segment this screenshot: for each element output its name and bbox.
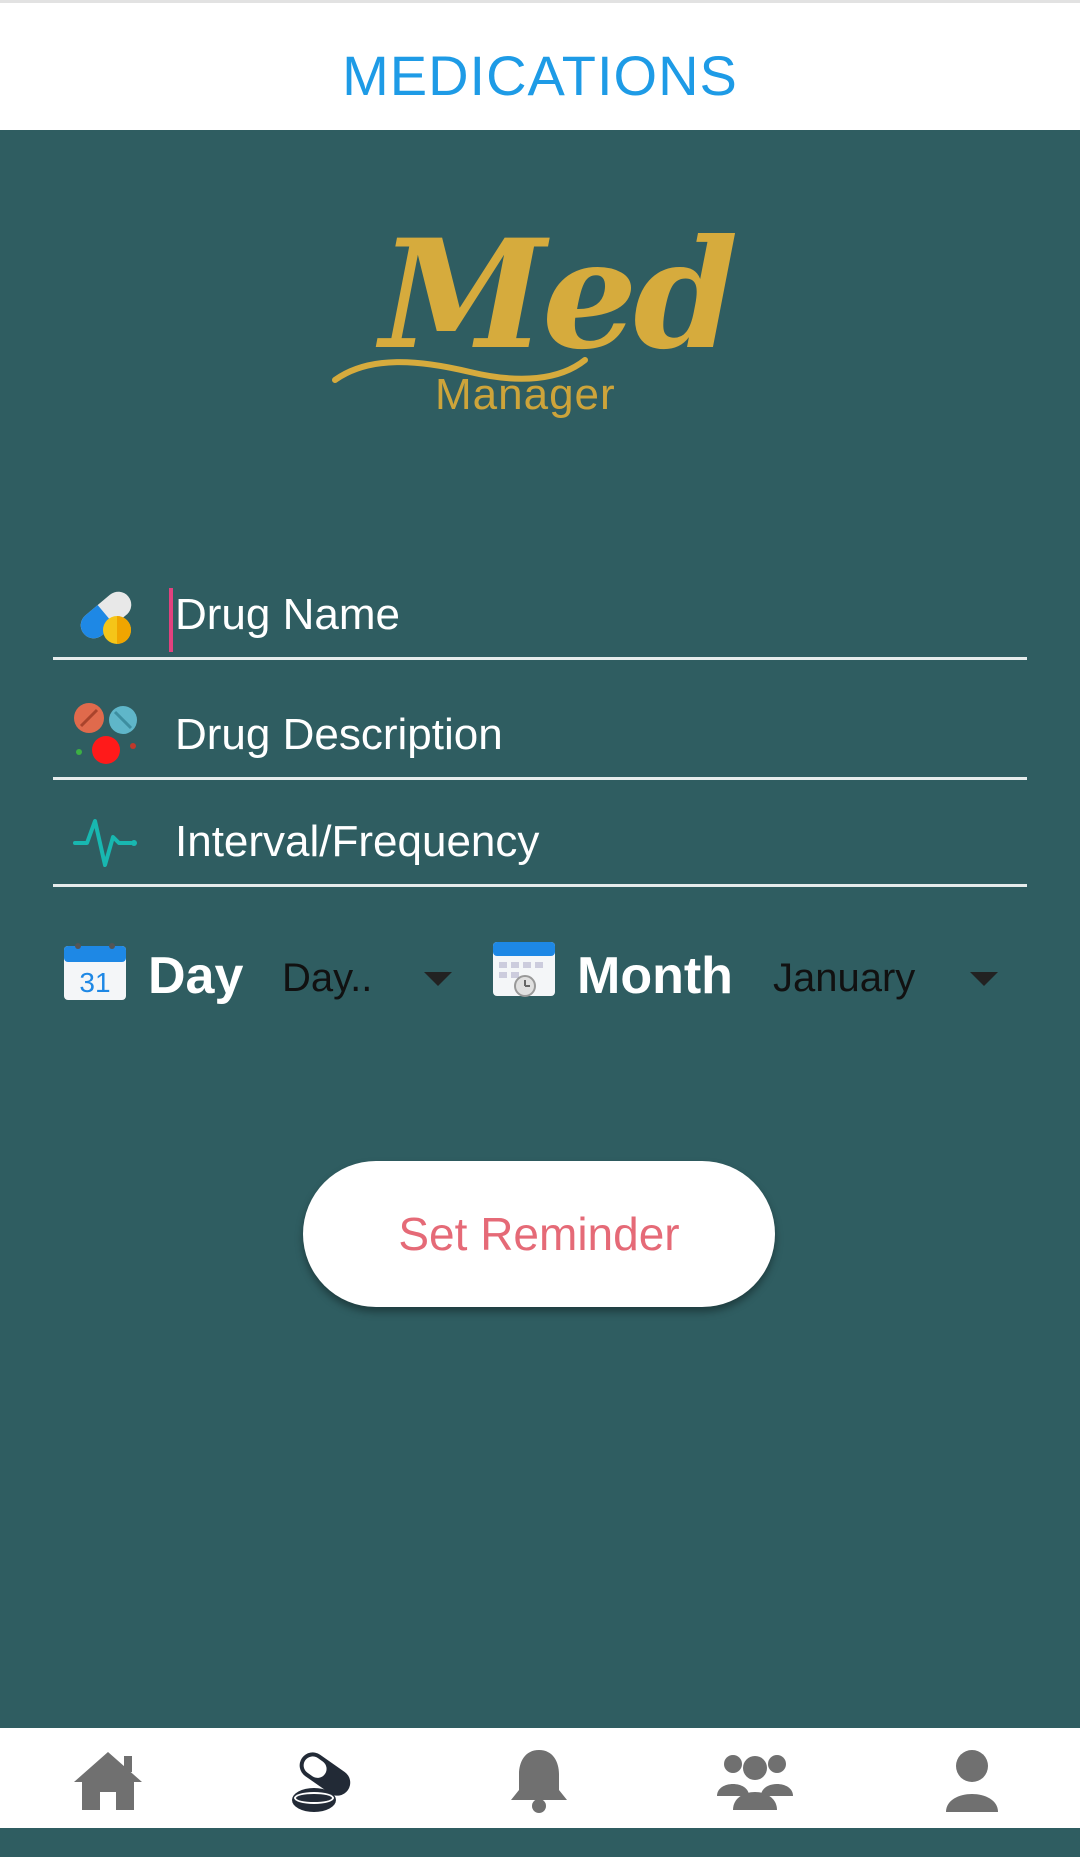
user-icon[interactable] <box>932 1746 1012 1816</box>
text-cursor <box>169 588 173 652</box>
logo-subtitle: Manager <box>435 370 616 419</box>
app-bar: MEDICATIONS <box>0 0 1080 130</box>
capsule-icon <box>80 591 132 644</box>
day-dropdown-arrow-icon[interactable] <box>424 972 452 986</box>
logo-script-text: Med <box>380 207 738 383</box>
month-dropdown-arrow-icon[interactable] <box>970 972 998 986</box>
group-icon[interactable] <box>715 1746 795 1816</box>
calendar-clock-icon <box>493 942 555 997</box>
month-label: Month <box>577 947 733 1005</box>
drug-description-input[interactable]: Drug Description <box>175 710 503 760</box>
bell-icon[interactable] <box>499 1746 579 1816</box>
month-dropdown[interactable]: January <box>773 956 915 1001</box>
day-dropdown[interactable]: Day.. <box>282 956 372 1001</box>
med-manager-logo: Med Manager <box>320 220 740 430</box>
system-bar <box>0 1828 1080 1857</box>
interval-frequency-field[interactable]: Interval/Frequency <box>53 797 1027 887</box>
bottom-navigation <box>0 1728 1080 1828</box>
date-picker-row: 31 Day Day.. Month January <box>0 930 1080 1020</box>
pulse-icon <box>73 819 137 867</box>
drug-description-field[interactable]: Drug Description <box>53 690 1027 780</box>
svg-text:31: 31 <box>79 967 110 998</box>
day-label: Day <box>148 947 244 1005</box>
set-reminder-button[interactable]: Set Reminder <box>303 1161 775 1307</box>
interval-frequency-input[interactable]: Interval/Frequency <box>175 817 539 867</box>
home-icon[interactable] <box>68 1746 148 1816</box>
pills-icon <box>74 703 137 764</box>
drug-name-input[interactable]: Drug Name <box>175 590 400 640</box>
calendar-31-icon: 31 <box>64 943 126 1000</box>
page-title: MEDICATIONS <box>342 44 738 107</box>
drug-name-field[interactable]: Drug Name <box>53 570 1027 660</box>
pills-icon[interactable] <box>286 1746 366 1816</box>
